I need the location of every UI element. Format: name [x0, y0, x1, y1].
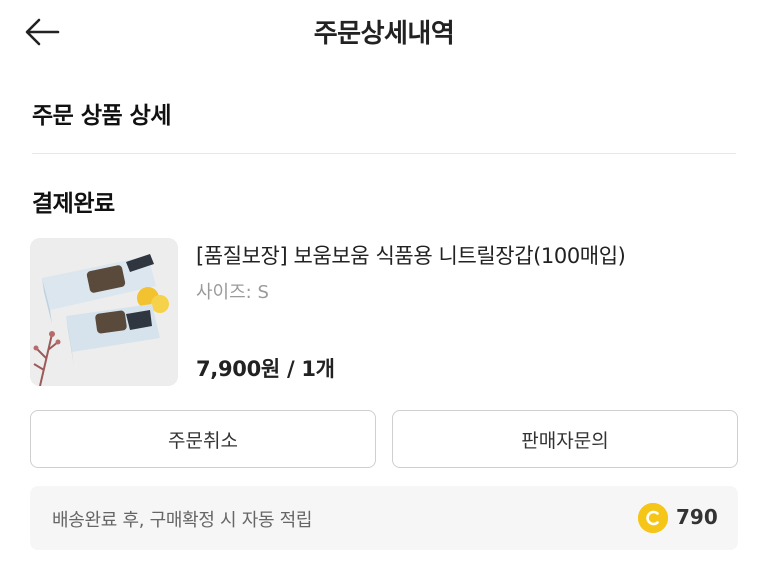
reward-points: 790: [676, 505, 718, 529]
divider: [32, 153, 736, 154]
reward-description: 배송완료 후, 구매확정 시 자동 적립: [52, 510, 313, 531]
cancel-order-button[interactable]: 주문취소: [30, 410, 376, 468]
product-image[interactable]: [30, 238, 178, 386]
product-price: 7,900원 / 1개: [196, 357, 335, 381]
section-title: 주문 상품 상세: [32, 103, 171, 129]
top-bar: 주문상세내역: [0, 0, 768, 64]
product-option: 사이즈: S: [196, 282, 269, 303]
page-title: 주문상세내역: [313, 19, 455, 49]
coin-icon: [638, 503, 668, 533]
seller-inquiry-button[interactable]: 판매자문의: [392, 410, 738, 468]
reward-info-box: 배송완료 후, 구매확정 시 자동 적립 790: [30, 486, 738, 550]
product-name[interactable]: [품질보장] 보움보움 식품용 니트릴장갑(100매입): [196, 240, 626, 270]
order-status: 결제완료: [32, 191, 115, 217]
